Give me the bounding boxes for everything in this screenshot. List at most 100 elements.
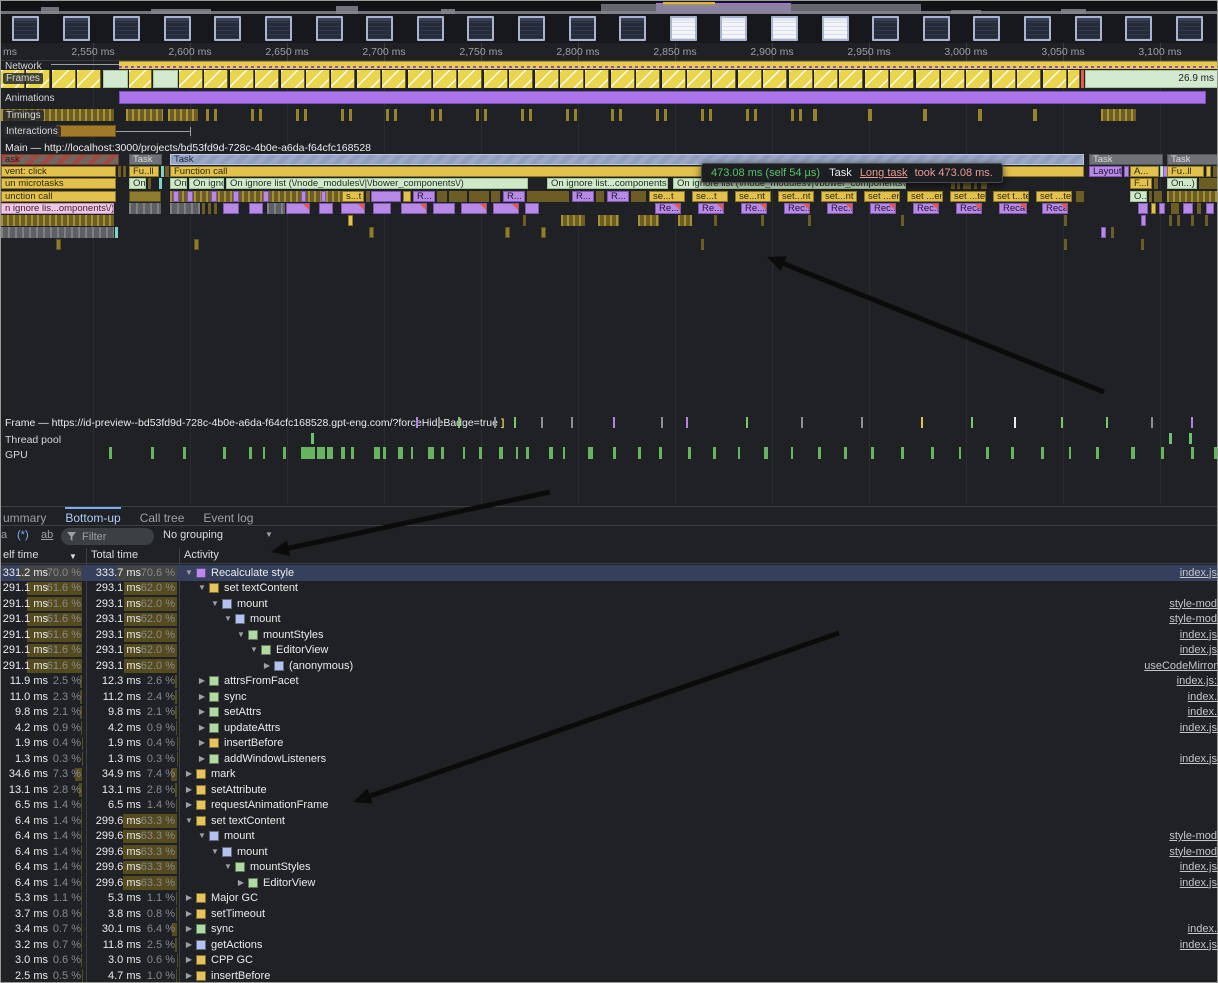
threadpool-event[interactable] bbox=[311, 433, 314, 444]
frame-cell[interactable] bbox=[839, 70, 863, 88]
screenshot-thumbnail[interactable] bbox=[822, 16, 849, 41]
flame-bar[interactable] bbox=[561, 215, 585, 226]
timing-marker[interactable] bbox=[813, 109, 817, 121]
activity-label[interactable]: set textContent bbox=[224, 582, 298, 594]
collapse-icon[interactable]: ▼ bbox=[223, 862, 233, 871]
flame-bar[interactable] bbox=[1213, 166, 1218, 177]
source-link[interactable]: style-mod bbox=[1169, 830, 1217, 842]
table-row[interactable]: 6.4 ms1.4 %299.6 ms63.3 %▼mountstyle-mod bbox=[1, 829, 1218, 845]
column-self-time[interactable]: elf time bbox=[3, 549, 38, 561]
flame-bar[interactable] bbox=[1159, 203, 1165, 214]
interaction-bar[interactable] bbox=[56, 125, 116, 137]
gpu-event[interactable] bbox=[463, 447, 465, 459]
flame-bar[interactable] bbox=[1149, 191, 1152, 202]
flame-bar[interactable] bbox=[194, 239, 199, 250]
gpu-event[interactable] bbox=[688, 447, 691, 459]
flame-bar[interactable] bbox=[173, 191, 179, 202]
timing-marker[interactable] bbox=[701, 109, 704, 121]
expand-icon[interactable]: ▶ bbox=[197, 723, 207, 732]
flame-bar[interactable] bbox=[249, 203, 263, 214]
gpu-event[interactable] bbox=[818, 447, 821, 459]
flame-bar[interactable]: set t...tent bbox=[993, 191, 1029, 202]
frame-cell[interactable] bbox=[458, 70, 482, 88]
collapse-icon[interactable]: ▼ bbox=[223, 614, 233, 623]
table-row[interactable]: 1.9 ms0.4 %1.9 ms0.4 %▶insertBefore bbox=[1, 736, 1218, 752]
table-row[interactable]: 6.4 ms1.4 %299.6 ms63.3 %▶EditorViewinde… bbox=[1, 875, 1218, 891]
source-link[interactable]: index.js: bbox=[1177, 675, 1217, 687]
frame-event-tick[interactable] bbox=[416, 417, 418, 428]
timing-marker[interactable] bbox=[923, 109, 927, 121]
flame-bar[interactable] bbox=[369, 227, 374, 238]
screenshot-thumbnail[interactable] bbox=[366, 16, 393, 41]
animations-track-bar[interactable] bbox=[119, 91, 1206, 104]
flame-bar[interactable] bbox=[129, 203, 161, 214]
flame-bar[interactable]: n ignore lis...omponents\/) bbox=[1, 203, 114, 214]
track-label-interactions[interactable]: Interactions bbox=[3, 126, 61, 137]
screenshot-thumbnail[interactable] bbox=[316, 16, 343, 41]
collapse-icon[interactable]: ▼ bbox=[197, 831, 207, 840]
timing-marker[interactable] bbox=[259, 109, 262, 121]
tab-bottom-up[interactable]: Bottom-up bbox=[65, 507, 120, 525]
activity-label[interactable]: setAttribute bbox=[211, 784, 267, 796]
flame-bar[interactable] bbox=[233, 191, 239, 202]
frame-cell[interactable] bbox=[306, 70, 330, 88]
flame-bar[interactable] bbox=[118, 166, 121, 177]
frame-cell[interactable] bbox=[484, 70, 508, 88]
source-link[interactable]: index.js bbox=[1180, 629, 1217, 641]
flame-bar[interactable] bbox=[1169, 215, 1172, 226]
activity-label[interactable]: attrsFromFacet bbox=[224, 675, 299, 687]
timing-marker[interactable] bbox=[709, 109, 712, 121]
activity-label[interactable]: insertBefore bbox=[224, 737, 283, 749]
activity-label[interactable]: (anonymous) bbox=[289, 660, 353, 672]
flame-bar[interactable]: Fu..ll bbox=[1167, 166, 1204, 177]
flame-bar[interactable]: On...) bbox=[1167, 178, 1197, 189]
frame-cell[interactable] bbox=[763, 70, 787, 88]
expand-icon[interactable]: ▶ bbox=[184, 955, 194, 964]
collapse-icon[interactable]: ▼ bbox=[249, 645, 259, 654]
flame-bar[interactable] bbox=[1183, 203, 1193, 214]
flame-bar[interactable] bbox=[267, 203, 285, 214]
table-row[interactable]: 5.3 ms1.1 %5.3 ms1.1 %▶Major GC bbox=[1, 891, 1218, 907]
flame-bar[interactable] bbox=[437, 191, 447, 202]
timing-marker[interactable] bbox=[754, 109, 757, 121]
screenshot-thumbnail[interactable] bbox=[872, 16, 899, 41]
activity-label[interactable]: EditorView bbox=[263, 877, 315, 889]
frame-event-tick[interactable] bbox=[746, 417, 748, 428]
screenshot-thumbnail[interactable] bbox=[923, 16, 950, 41]
frame-cell[interactable] bbox=[509, 70, 533, 88]
activity-label[interactable]: mount bbox=[237, 846, 268, 858]
frame-event-tick[interactable] bbox=[613, 417, 615, 428]
timing-marker[interactable] bbox=[439, 109, 442, 121]
frame-cell[interactable] bbox=[687, 70, 711, 88]
table-row[interactable]: 291.1 ms61.6 %293.1 ms62.0 %▶(anonymous)… bbox=[1, 658, 1218, 674]
source-link[interactable]: index.js bbox=[1180, 644, 1217, 656]
activity-label[interactable]: EditorView bbox=[276, 644, 328, 656]
table-row[interactable]: 6.5 ms1.4 %6.5 ms1.4 %▶requestAnimationF… bbox=[1, 798, 1218, 814]
track-label-timings[interactable]: Timings bbox=[3, 110, 44, 121]
flame-bar[interactable] bbox=[129, 191, 161, 202]
activity-label[interactable]: mount bbox=[224, 830, 255, 842]
screenshot-thumbnail[interactable] bbox=[164, 16, 191, 41]
gpu-event[interactable] bbox=[1161, 447, 1164, 459]
timing-marker[interactable] bbox=[1033, 109, 1037, 121]
activity-label[interactable]: requestAnimationFrame bbox=[211, 799, 328, 811]
frame-cell[interactable] bbox=[941, 70, 965, 88]
frame-cell[interactable] bbox=[52, 70, 76, 88]
source-link[interactable]: index. bbox=[1188, 923, 1217, 935]
table-row[interactable]: 291.1 ms61.6 %293.1 ms62.0 %▼mountStyles… bbox=[1, 627, 1218, 643]
gpu-event[interactable] bbox=[526, 447, 529, 459]
activity-label[interactable]: setTimeout bbox=[211, 908, 265, 920]
screenshot-thumbnail[interactable] bbox=[771, 16, 798, 41]
frame-event-tick[interactable] bbox=[1151, 417, 1153, 428]
flame-bar[interactable] bbox=[701, 239, 704, 250]
frame-event-tick[interactable] bbox=[1061, 417, 1063, 428]
expand-icon[interactable]: ▶ bbox=[197, 738, 207, 747]
expand-icon[interactable]: ▶ bbox=[184, 785, 194, 794]
frame-event-tick[interactable] bbox=[571, 417, 573, 428]
frame-cell[interactable] bbox=[255, 70, 279, 88]
flame-bar[interactable]: Re...le bbox=[698, 203, 724, 214]
track-label-network[interactable]: Network bbox=[5, 61, 42, 72]
frame-cell[interactable] bbox=[179, 70, 203, 88]
flame-bar[interactable] bbox=[1167, 191, 1218, 202]
match-whole-word-icon[interactable]: ab bbox=[41, 529, 53, 541]
